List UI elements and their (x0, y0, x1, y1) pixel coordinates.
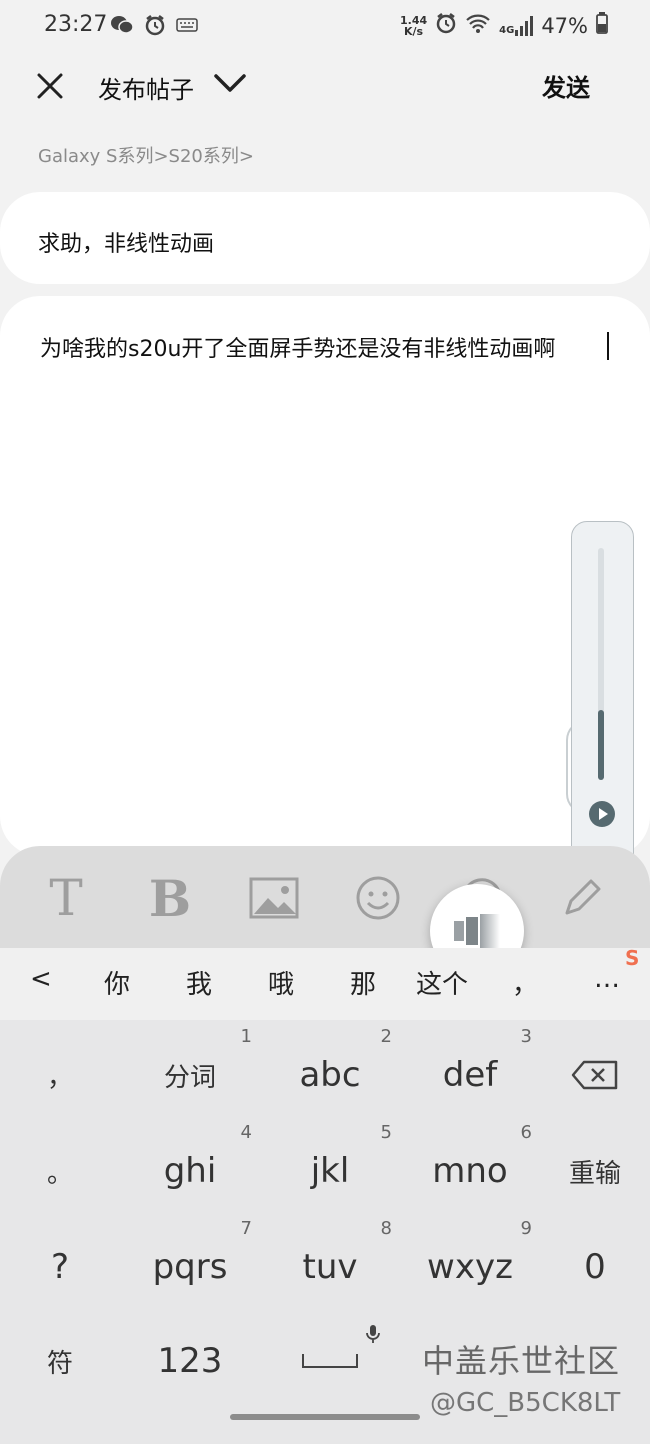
watermark-title: 中盖乐世社区 (422, 1342, 621, 1380)
key-abc[interactable]: abc 2 (260, 1026, 400, 1120)
bold-button[interactable]: B (144, 868, 196, 928)
insert-image-button[interactable] (246, 870, 302, 926)
title-dropdown-button[interactable] (210, 66, 250, 102)
candidate-back-button[interactable]: < (30, 964, 52, 994)
candidate-item[interactable]: 你 (104, 964, 130, 1001)
battery-icon (596, 12, 608, 39)
key-jkl[interactable]: jkl 5 (260, 1122, 400, 1216)
post-body-field[interactable] (0, 296, 650, 856)
candidate-item[interactable]: 哦 (268, 964, 294, 1001)
key-fenci[interactable]: 分词 1 (120, 1026, 260, 1120)
page-title[interactable]: 发布帖子 (98, 70, 194, 105)
network-type-label: 4G (499, 24, 515, 36)
emoji-button[interactable] (352, 870, 404, 926)
close-button[interactable] (32, 68, 68, 104)
key-def[interactable]: def 3 (400, 1026, 540, 1120)
candidate-item[interactable]: ， (512, 964, 538, 1001)
signal-icon: 4G (499, 15, 534, 36)
battery-percent: 47% (541, 13, 588, 38)
candidate-item[interactable]: 我 (186, 964, 212, 1001)
play-icon (589, 801, 615, 827)
net-speed: 1.44 K/s (400, 13, 428, 38)
home-indicator[interactable] (230, 1414, 420, 1420)
keyboard-icon (176, 17, 198, 37)
space-key[interactable] (260, 1316, 400, 1406)
candidate-item[interactable]: 那 (350, 964, 376, 1001)
status-right-icons: 1.44 K/s 4G 47% (400, 12, 608, 39)
sogou-logo-icon: S (625, 946, 640, 970)
key-123[interactable]: 123 (120, 1316, 260, 1406)
wifi-icon (465, 12, 491, 39)
candidate-more-button[interactable]: … (594, 964, 620, 994)
microphone-icon (366, 1325, 380, 1343)
key-comma[interactable]: ， (0, 1030, 120, 1120)
key-mno[interactable]: mno 6 (400, 1122, 540, 1216)
smiley-icon (356, 876, 400, 920)
key-tuv[interactable]: tuv 8 (260, 1218, 400, 1312)
close-icon (37, 73, 63, 99)
draw-button[interactable] (556, 870, 608, 926)
text-format-icon: T (49, 869, 83, 927)
image-icon (249, 877, 299, 919)
volume-slider-fill (598, 710, 604, 780)
post-body-value[interactable]: 为啥我的s20u开了全面屏手势还是没有非线性动画啊 (40, 331, 555, 363)
backspace-icon (571, 1060, 618, 1090)
cards-icon (454, 914, 500, 948)
key-symbols[interactable]: 符 (0, 1316, 120, 1406)
breadcrumb[interactable]: Galaxy S系列>S20系列> (38, 142, 254, 168)
bold-icon: B (148, 868, 192, 928)
status-bar: 23:27 1.44 K/s 4G 47% (0, 0, 650, 56)
backspace-key[interactable] (540, 1030, 650, 1120)
text-cursor (607, 332, 609, 360)
alarm-icon (435, 12, 457, 39)
key-reenter[interactable]: 重输 (540, 1126, 650, 1216)
candidate-bar (0, 948, 650, 1020)
key-zero[interactable]: 0 (540, 1222, 650, 1312)
play-button[interactable] (588, 800, 616, 828)
pen-icon (565, 879, 601, 915)
key-question[interactable]: ? (0, 1222, 120, 1312)
format-toolbar (0, 846, 650, 948)
send-button[interactable]: 发送 (542, 68, 590, 103)
alarm-icon (144, 14, 166, 40)
candidate-item[interactable]: 这个 (416, 964, 468, 1001)
key-pqrs[interactable]: pqrs 7 (120, 1218, 260, 1312)
post-title-value[interactable]: 求助，非线性动画 (38, 226, 214, 258)
watermark-handle: @GC_B5CK8LT (430, 1388, 621, 1418)
text-format-button[interactable]: T (40, 869, 92, 927)
status-left-icons (110, 14, 198, 40)
key-period[interactable]: 。 (0, 1126, 120, 1216)
app-bar: 发布帖子 发送 (0, 56, 650, 120)
space-icon (302, 1354, 358, 1368)
status-time: 23:27 (44, 12, 108, 37)
wechat-icon (110, 14, 134, 40)
key-wxyz[interactable]: wxyz 9 (400, 1218, 540, 1312)
key-ghi[interactable]: ghi 4 (120, 1122, 260, 1216)
chevron-down-icon (214, 74, 246, 92)
